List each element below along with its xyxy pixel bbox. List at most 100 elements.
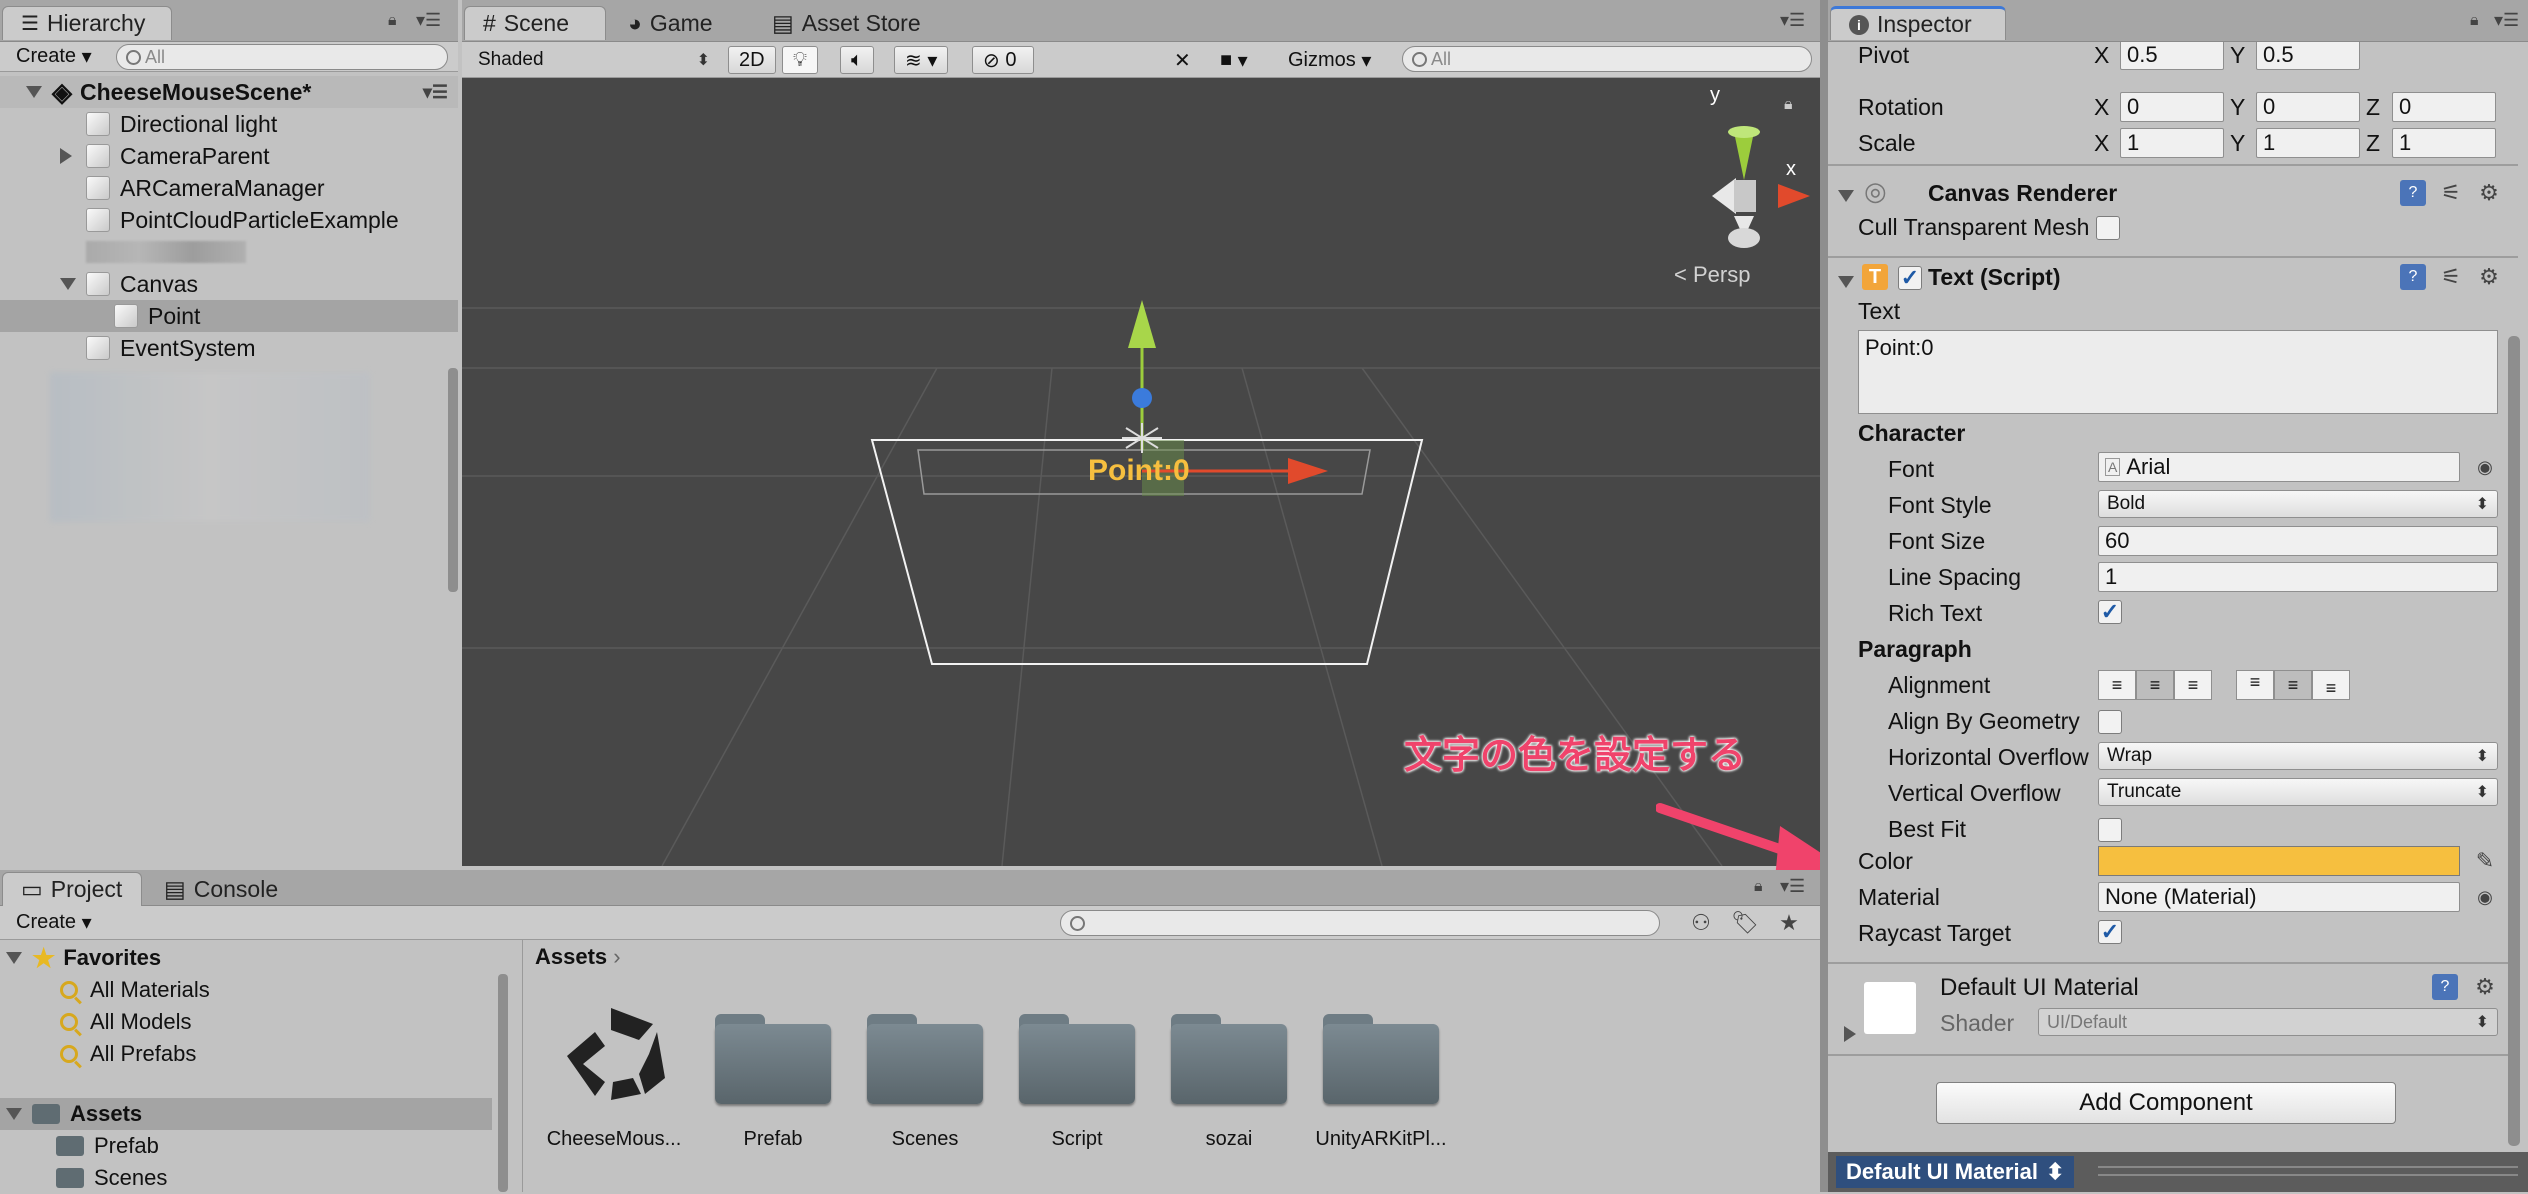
align-top-button[interactable]: ≡ [2236, 670, 2274, 700]
scene-search-input[interactable]: All [1402, 46, 1812, 72]
help-book-icon[interactable]: ? [2432, 974, 2458, 1000]
text-enabled-checkbox[interactable]: ✓ [1898, 266, 1922, 290]
asset-folder-unityarkit[interactable] [1323, 1014, 1439, 1104]
hierarchy-item-arcameramanager[interactable]: ARCameraManager [0, 172, 458, 204]
shading-mode-dropdown[interactable]: Shaded [470, 46, 718, 74]
component-foldout-icon[interactable] [1838, 276, 1854, 288]
tools-button[interactable]: ✕ [1164, 46, 1201, 74]
align-by-geometry-checkbox[interactable] [2098, 710, 2122, 734]
hierarchy-item-pointcloud[interactable]: PointCloudParticleExample [0, 204, 458, 236]
favorite-star-icon[interactable]: ★ [1776, 910, 1802, 936]
tab-scene[interactable]: # Scene [464, 6, 606, 40]
scale-z-field[interactable]: 1 [2392, 128, 2496, 158]
component-foldout-icon[interactable] [1838, 190, 1854, 202]
tree-folder-prefab[interactable]: Prefab [0, 1130, 492, 1162]
inspector-scrollbar[interactable] [2508, 336, 2520, 1146]
horizontal-overflow-dropdown[interactable]: Wrap [2098, 742, 2498, 770]
panel-menu-icon[interactable]: ▾☰ [1780, 10, 1805, 31]
favorites-header[interactable]: ★ Favorites [0, 942, 492, 974]
gizmos-dropdown[interactable]: Gizmos ▾ [1278, 46, 1381, 74]
rich-text-checkbox[interactable]: ✓ [2098, 600, 2122, 624]
effects-dropdown[interactable]: ≋ ▾ [894, 46, 949, 74]
favorite-all-models[interactable]: All Models [0, 1006, 492, 1038]
panel-menu-icon[interactable]: ▾☰ [416, 10, 441, 31]
tab-hierarchy[interactable]: ☰ Hierarchy [2, 6, 172, 40]
lock-icon[interactable]: 🔒︎ [1784, 96, 1793, 114]
asset-folder-prefab[interactable] [715, 1014, 831, 1104]
favorite-all-materials[interactable]: All Materials [0, 974, 492, 1006]
project-create-dropdown[interactable]: Create ▾ [6, 909, 102, 935]
collapse-arrow-icon[interactable] [60, 148, 72, 164]
align-bottom-button[interactable]: ≡ [2312, 670, 2350, 700]
scene-row[interactable]: ◈ CheeseMouseScene* ▾☰ [0, 76, 458, 108]
tab-console[interactable]: ▤ Console [146, 872, 296, 906]
pivot-y-field[interactable]: 0.5 [2256, 42, 2360, 70]
panel-divider[interactable] [1820, 0, 1828, 1192]
component-gear-icon[interactable]: ⚙ [2476, 264, 2502, 290]
hierarchy-item-point[interactable]: Point [0, 300, 458, 332]
panel-menu-icon[interactable]: ▾☰ [1780, 876, 1805, 897]
audio-toggle[interactable]: 🔈︎ [840, 46, 874, 74]
tab-inspector[interactable]: i Inspector [1830, 6, 2006, 40]
eyedropper-icon[interactable]: ✎ [2472, 848, 2498, 874]
lock-icon[interactable]: 🔒︎ [2470, 12, 2479, 30]
panel-menu-icon[interactable]: ▾☰ [2494, 10, 2519, 31]
asset-folder-sozai[interactable] [1171, 1014, 1287, 1104]
shader-dropdown[interactable]: UI/Default [2038, 1008, 2498, 1036]
asset-cheesemouse[interactable] [553, 1002, 673, 1102]
create-dropdown[interactable]: Create ▾ [6, 43, 102, 69]
font-style-dropdown[interactable]: Bold [2098, 490, 2498, 518]
lock-icon[interactable]: 🔒︎ [1754, 878, 1763, 896]
lighting-toggle[interactable]: 💡︎ [782, 46, 818, 74]
scene-menu-icon[interactable]: ▾☰ [423, 82, 448, 103]
material-preview[interactable] [1864, 982, 1916, 1034]
vertical-overflow-dropdown[interactable]: Truncate [2098, 778, 2498, 806]
pivot-x-field[interactable]: 0.5 [2120, 42, 2224, 70]
lock-icon[interactable]: 🔒︎ [388, 12, 397, 30]
preset-sliders-icon[interactable]: ⚟ [2438, 180, 2464, 206]
tree-folder-scenes[interactable]: Scenes [0, 1162, 492, 1194]
asset-folder-scenes[interactable] [867, 1014, 983, 1104]
line-spacing-field[interactable]: 1 [2098, 562, 2498, 592]
camera-dropdown[interactable]: ■ ▾ [1210, 46, 1258, 74]
cull-transparent-checkbox[interactable] [2096, 216, 2120, 240]
hierarchy-item-eventsystem[interactable]: EventSystem [0, 332, 458, 364]
help-book-icon[interactable]: ? [2400, 180, 2426, 206]
breadcrumb[interactable]: Assets › [535, 944, 621, 970]
preview-drag-handle[interactable] [2098, 1166, 2518, 1176]
expand-arrow-icon[interactable] [60, 278, 76, 290]
expand-arrow-icon[interactable] [6, 1108, 22, 1120]
hierarchy-item-canvas[interactable]: Canvas [0, 268, 458, 300]
tab-game[interactable]: ◕ Game [610, 6, 760, 40]
filter-by-label-icon[interactable]: 🏷︎ [1731, 910, 1759, 936]
raycast-target-checkbox[interactable]: ✓ [2098, 920, 2122, 944]
font-field[interactable]: A Arial [2098, 452, 2460, 482]
preview-dropdown[interactable]: Default UI Material ⬍ [1836, 1156, 2075, 1188]
persp-toggle[interactable]: < Persp [1674, 262, 1750, 288]
tab-asset-store[interactable]: ▤ Asset Store [754, 6, 974, 40]
help-book-icon[interactable]: ? [2400, 264, 2426, 290]
align-right-button[interactable]: ≡ [2174, 670, 2212, 700]
material-field[interactable]: None (Material) [2098, 882, 2460, 912]
hidden-objects-toggle[interactable]: ⊘ 0 [972, 46, 1034, 74]
asset-folder-script[interactable] [1019, 1014, 1135, 1104]
object-picker-icon[interactable]: ◉ [2472, 454, 2498, 480]
align-center-button[interactable]: ≡ [2136, 670, 2174, 700]
favorite-all-prefabs[interactable]: All Prefabs [0, 1038, 492, 1070]
assets-root[interactable]: Assets [0, 1098, 492, 1130]
hierarchy-item-directional-light[interactable]: Directional light [0, 108, 458, 140]
hierarchy-item-cameraparent[interactable]: CameraParent [0, 140, 458, 172]
preset-sliders-icon[interactable]: ⚟ [2438, 264, 2464, 290]
add-component-button[interactable]: Add Component [1936, 1082, 2396, 1124]
tab-project[interactable]: ▭ Project [2, 872, 142, 906]
rotation-x-field[interactable]: 0 [2120, 92, 2224, 122]
project-search-input[interactable] [1060, 910, 1660, 936]
component-gear-icon[interactable]: ⚙ [2472, 974, 2498, 1000]
component-gear-icon[interactable]: ⚙ [2476, 180, 2502, 206]
align-middle-button[interactable]: ≡ [2274, 670, 2312, 700]
scene-viewport[interactable]: Point:0 y x 🔒︎ < Persp 文字の色を設定する [462, 78, 1820, 866]
mode-2d-toggle[interactable]: 2D [728, 46, 776, 74]
expand-arrow-icon[interactable] [26, 86, 42, 98]
color-swatch[interactable] [2098, 846, 2460, 876]
object-picker-icon[interactable]: ◉ [2472, 884, 2498, 910]
